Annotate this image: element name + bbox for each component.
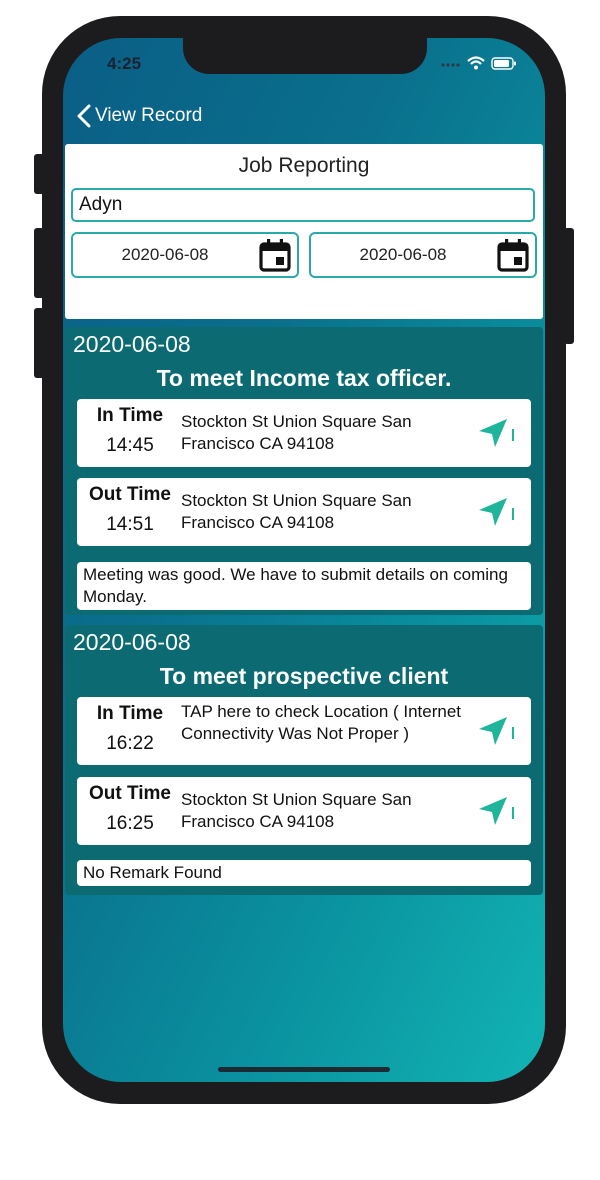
in-address: Stockton St Union Square San Francisco C… xyxy=(181,412,412,453)
status-time: 4:25 xyxy=(107,54,142,73)
navigation-arrow-icon[interactable] xyxy=(477,715,517,747)
remark-text: No Remark Found xyxy=(77,860,531,886)
record-card: 2020-06-08 To meet Income tax officer. I… xyxy=(65,327,543,615)
in-time-card[interactable]: In Time 14:45 Stockton St Union Square S… xyxy=(77,399,531,467)
chevron-left-icon xyxy=(77,104,91,128)
battery-icon xyxy=(491,56,516,70)
in-time-label: In Time xyxy=(96,405,164,426)
out-time-card[interactable]: Out Time 14:51 Stockton St Union Square … xyxy=(77,478,531,546)
back-button[interactable]: View Record xyxy=(77,102,202,130)
navigation-arrow-icon[interactable] xyxy=(477,417,517,449)
to-date-value: 2020-06-08 xyxy=(359,245,447,264)
record-title: To meet prospective client xyxy=(159,663,449,689)
out-address: Stockton St Union Square San Francisco C… xyxy=(181,491,412,532)
home-indicator xyxy=(218,1067,390,1072)
record-date: 2020-06-08 xyxy=(73,331,191,357)
wifi-icon xyxy=(467,56,485,70)
record-title: To meet Income tax officer. xyxy=(156,365,452,391)
out-time-value: 14:51 xyxy=(106,514,154,535)
in-time-value: 14:45 xyxy=(106,435,154,456)
from-date-value: 2020-06-08 xyxy=(121,245,209,264)
in-time-label: In Time xyxy=(96,703,164,724)
notch xyxy=(183,38,427,74)
out-time-value: 16:25 xyxy=(106,813,154,834)
out-time-label: Out Time xyxy=(89,783,171,804)
from-date-picker[interactable]: 2020-06-08 xyxy=(71,232,299,278)
record-date: 2020-06-08 xyxy=(73,629,191,655)
back-label: View Record xyxy=(95,105,203,126)
out-address: Stockton St Union Square San Francisco C… xyxy=(181,790,412,831)
employee-name-input[interactable] xyxy=(71,188,535,222)
in-time-card[interactable]: In Time 16:22 TAP here to check Location… xyxy=(77,697,531,765)
filter-panel: Job Reporting 2020-06-08 2020-06-08 xyxy=(65,144,543,319)
navigation-arrow-icon[interactable] xyxy=(477,795,517,827)
page-title: Job Reporting xyxy=(238,154,370,177)
record-card: 2020-06-08 To meet prospective client In… xyxy=(65,625,543,895)
out-time-card[interactable]: Out Time 16:25 Stockton St Union Square … xyxy=(77,777,531,845)
remark-text: Meeting was good. We have to submit deta… xyxy=(77,562,531,610)
in-time-value: 16:22 xyxy=(106,733,154,754)
out-time-label: Out Time xyxy=(89,484,171,505)
calendar-icon[interactable] xyxy=(495,237,531,273)
signal-icon xyxy=(441,63,460,67)
status-icons xyxy=(441,56,517,70)
to-date-picker[interactable]: 2020-06-08 xyxy=(309,232,537,278)
navigation-arrow-icon[interactable] xyxy=(477,496,517,528)
calendar-icon[interactable] xyxy=(257,237,293,273)
app-screen: 4:25 View Record Job Reporting 2020-06-0… xyxy=(63,38,545,1082)
check-location-link[interactable]: TAP here to check Location ( Internet Co… xyxy=(181,701,471,745)
